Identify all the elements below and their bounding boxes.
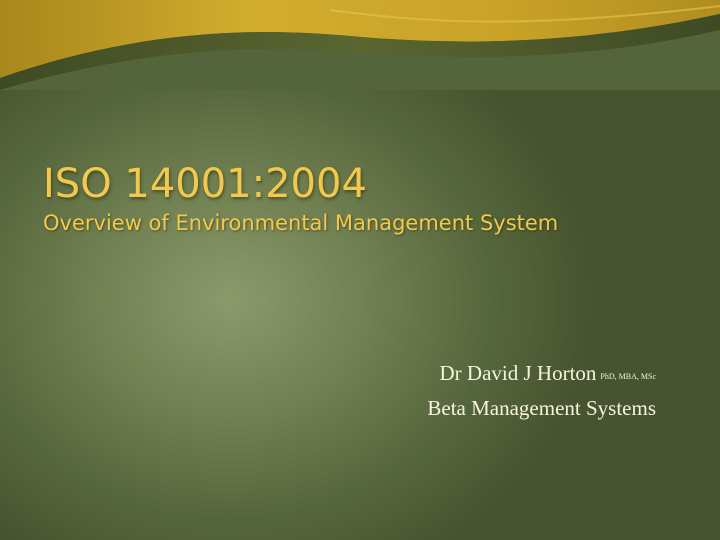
author-name: Dr David J Horton: [439, 361, 597, 385]
title-slide: ISO 14001:2004 Overview of Environmental…: [0, 0, 720, 540]
author-credentials: PhD, MBA, MSc: [600, 372, 656, 381]
author-line: Dr David J Horton PhD, MBA, MSc: [427, 358, 656, 392]
slide-title: ISO 14001:2004: [43, 161, 367, 207]
organization-name: Beta Management Systems: [427, 396, 656, 420]
author-block: Dr David J Horton PhD, MBA, MSc Beta Mana…: [427, 358, 656, 424]
decorative-swoosh: [0, 0, 720, 90]
slide-subtitle: Overview of Environmental Management Sys…: [43, 211, 559, 235]
title-block: ISO 14001:2004 Overview of Environmental…: [43, 160, 683, 238]
